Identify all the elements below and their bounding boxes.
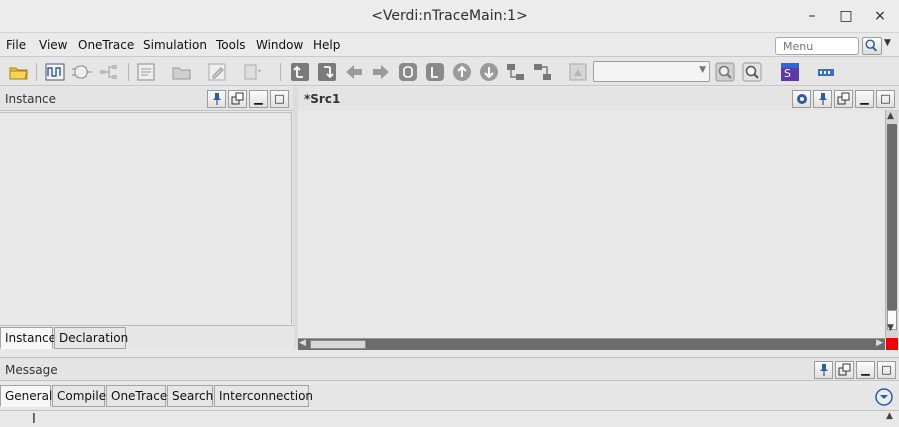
- pin-icon: [819, 364, 828, 376]
- aps-icon[interactable]: S: [779, 61, 801, 83]
- menu-onetrace[interactable]: OneTrace: [78, 38, 134, 52]
- toolbar: S: [0, 58, 899, 86]
- horizontal-scrollbar[interactable]: ◀ ▶: [298, 338, 885, 350]
- message-panel-header: Message ▁ □: [0, 357, 899, 381]
- instance-tab-bar: Instance Declaration: [0, 325, 294, 349]
- trace-up-icon[interactable]: [289, 61, 311, 83]
- back-arrow-icon[interactable]: [343, 61, 365, 83]
- open-folder-icon[interactable]: [8, 61, 30, 83]
- menu-view[interactable]: View: [39, 38, 67, 52]
- edit-icon[interactable]: [206, 61, 228, 83]
- window-title: <Verdi:nTraceMain:1>: [371, 8, 528, 24]
- message-panel-title: Message: [5, 363, 58, 377]
- find-next-icon[interactable]: [741, 61, 763, 83]
- scroll-up-icon[interactable]: ▲: [887, 111, 894, 121]
- scroll-right-icon[interactable]: ▶: [876, 338, 883, 348]
- menu-search-dropdown-icon[interactable]: ▼: [884, 38, 891, 48]
- svg-text:S: S: [784, 67, 791, 80]
- hierarchy-icon[interactable]: [98, 61, 120, 83]
- maximize-panel-button[interactable]: □: [877, 361, 896, 379]
- instance-tree-view[interactable]: [0, 112, 292, 324]
- minimize-panel-button[interactable]: ▁: [855, 90, 874, 108]
- trace-down-icon[interactable]: [316, 61, 338, 83]
- tab-compile[interactable]: Compile: [52, 385, 106, 407]
- menu-help[interactable]: Help: [313, 38, 340, 52]
- load-icon[interactable]: [424, 61, 446, 83]
- scroll-up-icon[interactable]: ▲: [886, 411, 893, 421]
- schematic-icon[interactable]: [71, 61, 93, 83]
- forward-arrow-icon[interactable]: [370, 61, 392, 83]
- highlight-icon[interactable]: [567, 61, 589, 83]
- paste-dropdown-icon[interactable]: [242, 61, 264, 83]
- network-icon[interactable]: [815, 61, 837, 83]
- menu-tools[interactable]: Tools: [216, 38, 246, 52]
- menu-bar: File View OneTrace Simulation Tools Wind…: [0, 34, 899, 57]
- message-log-view[interactable]: I ▲: [0, 410, 899, 427]
- expand-tree-icon[interactable]: [505, 61, 527, 83]
- down-circle-icon[interactable]: [478, 61, 500, 83]
- title-bar: <Verdi:nTraceMain:1> – □ ×: [0, 0, 899, 33]
- scroll-left-icon[interactable]: ◀: [299, 338, 306, 348]
- maximize-panel-button[interactable]: □: [876, 90, 895, 108]
- pin-button[interactable]: [207, 90, 226, 108]
- chevron-down-circle-icon: [875, 388, 893, 406]
- find-icon[interactable]: [714, 61, 736, 83]
- folder-gray-icon[interactable]: [171, 61, 193, 83]
- gear-icon: [796, 94, 807, 104]
- up-circle-icon[interactable]: [451, 61, 473, 83]
- undock-icon: [231, 92, 243, 105]
- undock-icon: [838, 363, 850, 376]
- menu-search-button[interactable]: [862, 37, 882, 55]
- tab-instance[interactable]: Instance: [0, 327, 56, 349]
- tab-declaration[interactable]: Declaration: [54, 327, 128, 349]
- waveform-icon[interactable]: [44, 61, 66, 83]
- chevron-down-icon[interactable]: ▼: [699, 65, 706, 75]
- driver-icon[interactable]: [397, 61, 419, 83]
- toolbar-search-combo[interactable]: ▼: [593, 61, 710, 82]
- scroll-down-icon[interactable]: ▼: [887, 323, 894, 333]
- vertical-scroll-thumb[interactable]: [887, 124, 897, 310]
- tab-overflow-button[interactable]: [874, 387, 894, 407]
- minimize-panel-button[interactable]: ▁: [249, 90, 268, 108]
- settings-button[interactable]: [792, 90, 811, 108]
- message-tab-bar: General Compile OneTrace Search Intercon…: [0, 384, 899, 410]
- tab-search[interactable]: Search: [167, 385, 213, 407]
- search-icon: [865, 39, 878, 52]
- status-indicator: [886, 338, 898, 350]
- menu-file[interactable]: File: [6, 38, 26, 52]
- maximize-panel-button[interactable]: □: [270, 90, 289, 108]
- tab-interconnection[interactable]: Interconnection: [214, 385, 313, 407]
- collapse-tree-icon[interactable]: [532, 61, 554, 83]
- source-panel-title: *Src1: [304, 92, 341, 106]
- instance-panel-header: Instance ▁ □: [0, 87, 293, 111]
- tab-general[interactable]: General: [0, 385, 52, 407]
- source-code-view[interactable]: [298, 110, 885, 338]
- minimize-button[interactable]: –: [802, 7, 822, 25]
- pin-button[interactable]: [814, 361, 833, 379]
- maximize-button[interactable]: □: [836, 7, 856, 25]
- source-window-icon[interactable]: [135, 61, 157, 83]
- tab-onetrace[interactable]: OneTrace: [106, 385, 167, 407]
- menu-window[interactable]: Window: [256, 38, 303, 52]
- close-button[interactable]: ×: [870, 7, 890, 25]
- undock-button[interactable]: [228, 90, 247, 108]
- undock-button[interactable]: [834, 90, 853, 108]
- instance-panel-title: Instance: [5, 92, 57, 106]
- undock-icon: [837, 92, 849, 105]
- pin-icon: [212, 93, 221, 105]
- pin-icon: [818, 93, 827, 105]
- pin-button[interactable]: [813, 90, 832, 108]
- text-cursor-icon: I: [32, 412, 36, 427]
- horizontal-scroll-thumb[interactable]: [310, 340, 366, 349]
- menu-search-input[interactable]: [775, 37, 859, 55]
- undock-button[interactable]: [835, 361, 854, 379]
- vertical-scrollbar[interactable]: ▲ ▼: [885, 110, 898, 338]
- minimize-panel-button[interactable]: ▁: [856, 361, 875, 379]
- menu-simulation[interactable]: Simulation: [143, 38, 207, 52]
- source-panel-header: *Src1 ▁ □: [298, 87, 899, 111]
